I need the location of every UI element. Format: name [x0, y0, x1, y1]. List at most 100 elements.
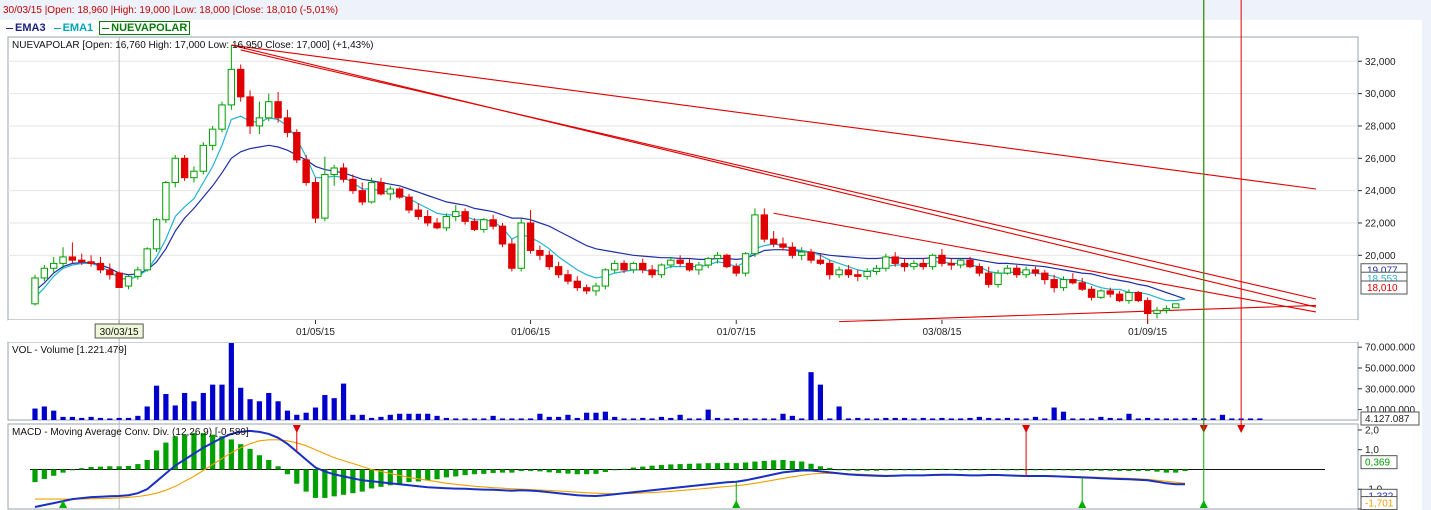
candle-body [1041, 272, 1049, 281]
candle-body [508, 243, 516, 269]
candle-body [321, 173, 329, 219]
candle-body [68, 256, 77, 261]
volume-bar [593, 412, 599, 420]
candle [1097, 289, 1105, 299]
volume-bar [845, 418, 852, 420]
volume-bar [892, 417, 898, 420]
candle [180, 155, 189, 181]
candle-body [788, 246, 797, 256]
candle-body [685, 262, 694, 271]
volume-bar [780, 413, 786, 420]
volume-bar [808, 372, 814, 420]
volume-bar [958, 418, 964, 420]
candle-body [115, 272, 123, 288]
candle [601, 268, 610, 290]
macd-hist-bar [284, 469, 291, 475]
candle-body [826, 262, 834, 276]
macd-hist-bar [1126, 469, 1132, 472]
candle-body [713, 254, 722, 260]
macd-hist-bar [920, 469, 926, 471]
candle [293, 129, 301, 164]
volume-bar [490, 415, 496, 420]
macd-hist-bar [630, 467, 636, 470]
candle [171, 155, 179, 188]
volume-bar [537, 413, 543, 420]
candle [31, 274, 39, 306]
volume-bar [499, 418, 506, 420]
candle-body [676, 259, 684, 264]
macd-hist-bar [79, 468, 85, 470]
candle-body [657, 264, 666, 276]
candle-body [293, 131, 301, 161]
candle-body [96, 262, 105, 271]
candle [1172, 303, 1180, 309]
volume-bar [1042, 418, 1048, 420]
macd-hist-bar [836, 469, 842, 471]
candle-body [985, 272, 993, 285]
volume-bar [294, 414, 300, 420]
candle-body [732, 266, 740, 274]
candle-body [807, 251, 815, 261]
macd-hist-bar [41, 469, 47, 479]
candle-body [59, 256, 67, 264]
candle-body [190, 170, 198, 179]
macd-hist-bar [686, 463, 693, 470]
price-tick-label: 24,000 [1365, 186, 1396, 197]
volume-bar [471, 418, 478, 420]
candle-body [1069, 279, 1077, 284]
macd-hist-bar [1117, 469, 1123, 472]
macd-hist-bar [948, 469, 954, 470]
candle-body [395, 188, 404, 198]
volume-bar [696, 418, 702, 420]
volume-bar [163, 394, 169, 420]
price-tick-label: 28,000 [1365, 121, 1396, 132]
volume-bar [986, 417, 992, 420]
candle-body [517, 222, 525, 269]
volume-bar [415, 413, 421, 420]
volume-bar [621, 418, 627, 420]
volume-tick-label: 70.000.000 [1365, 343, 1415, 354]
candle-body [1115, 293, 1124, 302]
candle-body [751, 214, 759, 255]
macd-hist-bar [527, 469, 534, 472]
volume-bar [939, 417, 945, 420]
candle-body [152, 219, 161, 250]
candle-body [1106, 290, 1114, 295]
volume-bar [1117, 418, 1123, 420]
candle-body [424, 216, 432, 224]
candle-body [124, 275, 133, 287]
volume-bar [322, 395, 328, 420]
candle-body [1172, 303, 1180, 309]
candle-body [31, 277, 39, 305]
volume-bar [406, 413, 412, 420]
volume-bar [920, 417, 926, 420]
candle-body [994, 272, 1002, 285]
volume-bar [1247, 418, 1254, 420]
chart-area[interactable]: 32,000 30,000 28,000 26,000 24,000 22,000 20,0… [0, 0, 1431, 510]
candle-body [255, 117, 264, 127]
macd-hist-bar [696, 463, 702, 470]
macd-hist-bar [883, 469, 889, 471]
candle-body [246, 96, 254, 127]
volume-bar [855, 417, 861, 420]
candle [237, 64, 245, 102]
volume-bar [387, 414, 393, 420]
macd-hist-bar [1135, 469, 1141, 472]
candle-body [564, 274, 572, 282]
candle-body [938, 254, 946, 264]
macd-hist-bar [658, 465, 665, 470]
volume-bar [200, 392, 206, 420]
candle-body [358, 190, 366, 203]
candle-body [891, 256, 899, 264]
macd-hist-bar [51, 469, 57, 476]
macd-hist-bar [733, 463, 739, 470]
macd-hist-bar [602, 469, 608, 472]
volume-bar [640, 417, 646, 420]
volume-bar [1182, 418, 1188, 420]
candle-body [601, 269, 610, 287]
volume-bar [153, 385, 160, 420]
candle-body [470, 220, 479, 230]
volume-bar [1079, 418, 1085, 420]
price-tick-label: 30,000 [1365, 89, 1396, 100]
candle-body [592, 285, 600, 292]
